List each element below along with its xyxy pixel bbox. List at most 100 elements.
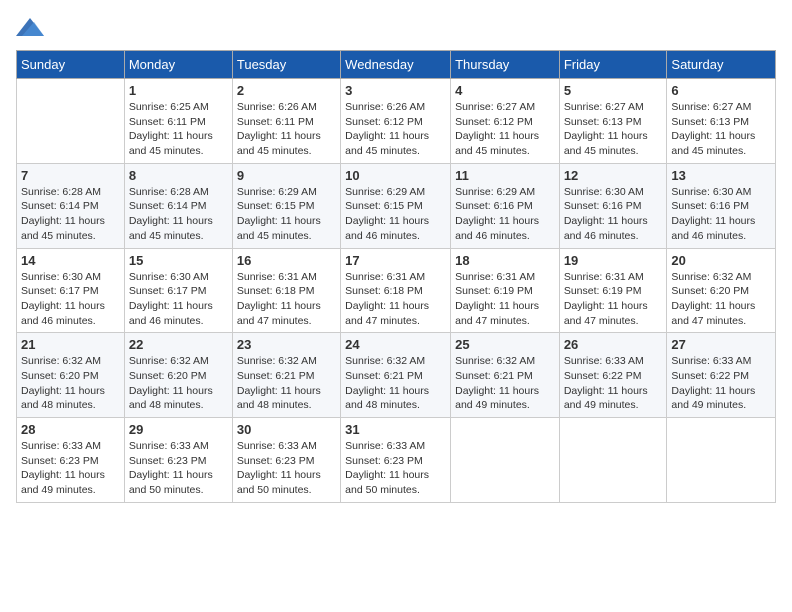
day-number: 27 <box>671 337 771 352</box>
day-number: 30 <box>237 422 336 437</box>
calendar-header-row: SundayMondayTuesdayWednesdayThursdayFrid… <box>17 51 776 79</box>
calendar-week-row: 1Sunrise: 6:25 AMSunset: 6:11 PMDaylight… <box>17 79 776 164</box>
calendar-cell: 7 Sunrise: 6:28 AMSunset: 6:14 PMDaylight… <box>17 163 125 248</box>
day-info: Sunrise: 6:32 AMSunset: 6:20 PMDaylight:… <box>671 270 771 329</box>
day-number: 25 <box>455 337 555 352</box>
day-info: Sunrise: 6:33 AMSunset: 6:23 PMDaylight:… <box>21 439 120 498</box>
day-number: 13 <box>671 168 771 183</box>
header-day-friday: Friday <box>559 51 667 79</box>
day-info: Sunrise: 6:28 AMSunset: 6:14 PMDaylight:… <box>129 185 228 244</box>
calendar-cell: 3 Sunrise: 6:26 AMSunset: 6:12 PMDaylight… <box>341 79 451 164</box>
day-info: Sunrise: 6:33 AMSunset: 6:23 PMDaylight:… <box>345 439 446 498</box>
day-info: Sunrise: 6:30 AMSunset: 6:16 PMDaylight:… <box>564 185 663 244</box>
day-info: Sunrise: 6:28 AMSunset: 6:14 PMDaylight:… <box>21 185 120 244</box>
day-number: 11 <box>455 168 555 183</box>
day-info: Sunrise: 6:32 AMSunset: 6:20 PMDaylight:… <box>21 354 120 413</box>
calendar-cell: 29 Sunrise: 6:33 AMSunset: 6:23 PMDayligh… <box>124 418 232 503</box>
day-info: Sunrise: 6:26 AMSunset: 6:12 PMDaylight:… <box>345 100 446 159</box>
day-number: 5 <box>564 83 663 98</box>
day-number: 21 <box>21 337 120 352</box>
calendar-cell: 5 Sunrise: 6:27 AMSunset: 6:13 PMDaylight… <box>559 79 667 164</box>
calendar-cell: 25Sunrise: 6:32 AMSunset: 6:21 PMDayligh… <box>451 333 560 418</box>
calendar-cell: 19Sunrise: 6:31 AMSunset: 6:19 PMDayligh… <box>559 248 667 333</box>
calendar-cell: 24 Sunrise: 6:32 AMSunset: 6:21 PMDayligh… <box>341 333 451 418</box>
day-number: 14 <box>21 253 120 268</box>
day-number: 12 <box>564 168 663 183</box>
day-number: 28 <box>21 422 120 437</box>
calendar-cell: 18 Sunrise: 6:31 AMSunset: 6:19 PMDayligh… <box>451 248 560 333</box>
day-number: 15 <box>129 253 228 268</box>
calendar-cell: 31 Sunrise: 6:33 AMSunset: 6:23 PMDayligh… <box>341 418 451 503</box>
day-info: Sunrise: 6:26 AMSunset: 6:11 PMDaylight:… <box>237 100 336 159</box>
day-number: 7 <box>21 168 120 183</box>
calendar-week-row: 28 Sunrise: 6:33 AMSunset: 6:23 PMDayligh… <box>17 418 776 503</box>
calendar-cell <box>451 418 560 503</box>
day-info: Sunrise: 6:33 AMSunset: 6:22 PMDaylight:… <box>564 354 663 413</box>
day-info: Sunrise: 6:29 AMSunset: 6:16 PMDaylight:… <box>455 185 555 244</box>
day-number: 6 <box>671 83 771 98</box>
header-day-thursday: Thursday <box>451 51 560 79</box>
day-info: Sunrise: 6:32 AMSunset: 6:21 PMDaylight:… <box>237 354 336 413</box>
calendar-cell: 12 Sunrise: 6:30 AMSunset: 6:16 PMDayligh… <box>559 163 667 248</box>
calendar-cell <box>17 79 125 164</box>
day-info: Sunrise: 6:32 AMSunset: 6:21 PMDaylight:… <box>345 354 446 413</box>
calendar-week-row: 21 Sunrise: 6:32 AMSunset: 6:20 PMDayligh… <box>17 333 776 418</box>
day-number: 4 <box>455 83 555 98</box>
logo <box>16 16 48 38</box>
page-header <box>16 16 776 38</box>
calendar-cell: 17 Sunrise: 6:31 AMSunset: 6:18 PMDayligh… <box>341 248 451 333</box>
day-info: Sunrise: 6:27 AMSunset: 6:13 PMDaylight:… <box>671 100 771 159</box>
day-number: 26 <box>564 337 663 352</box>
day-number: 1 <box>129 83 228 98</box>
calendar-table: SundayMondayTuesdayWednesdayThursdayFrid… <box>16 50 776 503</box>
day-info: Sunrise: 6:30 AMSunset: 6:17 PMDaylight:… <box>21 270 120 329</box>
calendar-week-row: 7 Sunrise: 6:28 AMSunset: 6:14 PMDaylight… <box>17 163 776 248</box>
calendar-cell: 10 Sunrise: 6:29 AMSunset: 6:15 PMDayligh… <box>341 163 451 248</box>
day-number: 29 <box>129 422 228 437</box>
calendar-cell: 16 Sunrise: 6:31 AMSunset: 6:18 PMDayligh… <box>232 248 340 333</box>
day-info: Sunrise: 6:30 AMSunset: 6:17 PMDaylight:… <box>129 270 228 329</box>
calendar-cell: 14 Sunrise: 6:30 AMSunset: 6:17 PMDayligh… <box>17 248 125 333</box>
day-info: Sunrise: 6:32 AMSunset: 6:20 PMDaylight:… <box>129 354 228 413</box>
header-day-sunday: Sunday <box>17 51 125 79</box>
day-number: 10 <box>345 168 446 183</box>
day-info: Sunrise: 6:29 AMSunset: 6:15 PMDaylight:… <box>345 185 446 244</box>
calendar-cell: 15 Sunrise: 6:30 AMSunset: 6:17 PMDayligh… <box>124 248 232 333</box>
calendar-cell: 22 Sunrise: 6:32 AMSunset: 6:20 PMDayligh… <box>124 333 232 418</box>
day-number: 3 <box>345 83 446 98</box>
day-number: 9 <box>237 168 336 183</box>
day-number: 18 <box>455 253 555 268</box>
calendar-cell: 6 Sunrise: 6:27 AMSunset: 6:13 PMDaylight… <box>667 79 776 164</box>
day-number: 23 <box>237 337 336 352</box>
day-info: Sunrise: 6:31 AMSunset: 6:19 PMDaylight:… <box>455 270 555 329</box>
day-info: Sunrise: 6:30 AMSunset: 6:16 PMDaylight:… <box>671 185 771 244</box>
calendar-week-row: 14 Sunrise: 6:30 AMSunset: 6:17 PMDayligh… <box>17 248 776 333</box>
day-info: Sunrise: 6:29 AMSunset: 6:15 PMDaylight:… <box>237 185 336 244</box>
day-info: Sunrise: 6:27 AMSunset: 6:13 PMDaylight:… <box>564 100 663 159</box>
calendar-cell: 1Sunrise: 6:25 AMSunset: 6:11 PMDaylight… <box>124 79 232 164</box>
day-info: Sunrise: 6:31 AMSunset: 6:18 PMDaylight:… <box>345 270 446 329</box>
calendar-cell: 27 Sunrise: 6:33 AMSunset: 6:22 PMDayligh… <box>667 333 776 418</box>
header-day-monday: Monday <box>124 51 232 79</box>
day-number: 31 <box>345 422 446 437</box>
day-info: Sunrise: 6:33 AMSunset: 6:22 PMDaylight:… <box>671 354 771 413</box>
day-number: 24 <box>345 337 446 352</box>
calendar-cell: 26 Sunrise: 6:33 AMSunset: 6:22 PMDayligh… <box>559 333 667 418</box>
day-number: 2 <box>237 83 336 98</box>
day-info: Sunrise: 6:31 AMSunset: 6:18 PMDaylight:… <box>237 270 336 329</box>
calendar-cell: 21 Sunrise: 6:32 AMSunset: 6:20 PMDayligh… <box>17 333 125 418</box>
calendar-cell: 13 Sunrise: 6:30 AMSunset: 6:16 PMDayligh… <box>667 163 776 248</box>
calendar-cell: 11 Sunrise: 6:29 AMSunset: 6:16 PMDayligh… <box>451 163 560 248</box>
day-number: 20 <box>671 253 771 268</box>
header-day-tuesday: Tuesday <box>232 51 340 79</box>
day-number: 16 <box>237 253 336 268</box>
day-number: 17 <box>345 253 446 268</box>
calendar-cell <box>667 418 776 503</box>
calendar-cell: 28 Sunrise: 6:33 AMSunset: 6:23 PMDayligh… <box>17 418 125 503</box>
day-info: Sunrise: 6:33 AMSunset: 6:23 PMDaylight:… <box>237 439 336 498</box>
day-info: Sunrise: 6:33 AMSunset: 6:23 PMDaylight:… <box>129 439 228 498</box>
day-number: 22 <box>129 337 228 352</box>
calendar-cell <box>559 418 667 503</box>
day-info: Sunrise: 6:27 AMSunset: 6:12 PMDaylight:… <box>455 100 555 159</box>
calendar-cell: 20 Sunrise: 6:32 AMSunset: 6:20 PMDayligh… <box>667 248 776 333</box>
